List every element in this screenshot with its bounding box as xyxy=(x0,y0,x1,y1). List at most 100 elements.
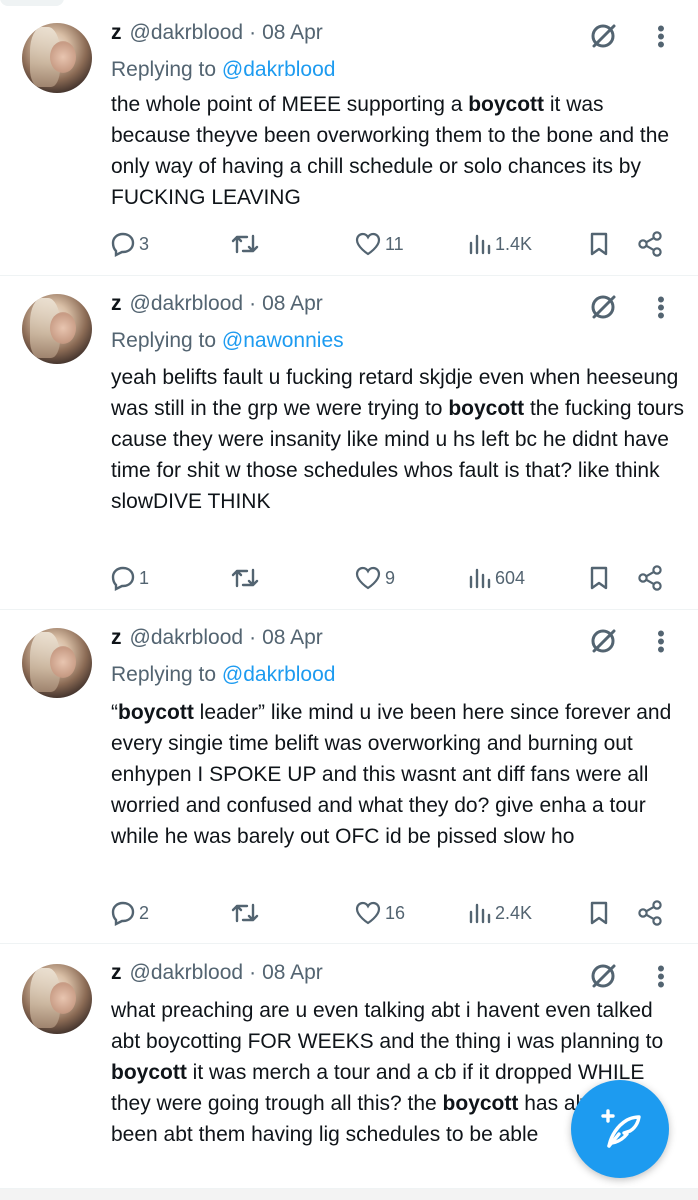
keyword-highlight: boycott xyxy=(442,1092,519,1115)
grok-icon[interactable] xyxy=(588,961,618,991)
like-button[interactable]: 11 xyxy=(354,229,404,259)
retweet-icon xyxy=(231,903,259,923)
like-button[interactable]: 9 xyxy=(354,563,395,593)
share-icon xyxy=(638,231,662,257)
bottom-edge xyxy=(0,1188,698,1200)
share-button[interactable] xyxy=(636,229,664,259)
view-count: 2.4K xyxy=(495,902,533,923)
user-handle[interactable]: @dakrblood xyxy=(130,961,244,985)
views-icon xyxy=(469,903,491,924)
tweet-header: z @dakrblood · 08 Apr xyxy=(111,292,323,322)
text-part: the whole point of MEEE supporting a xyxy=(111,93,469,116)
replying-to: Replying to @nawonnies xyxy=(111,329,344,353)
retweet-button[interactable] xyxy=(230,563,260,593)
keyword-highlight: boycott xyxy=(448,397,525,420)
like-button[interactable]: 16 xyxy=(354,898,405,928)
text-part: leader” like mind u ive been here since … xyxy=(111,701,672,848)
tweet-header: z @dakrblood · 08 Apr xyxy=(111,21,323,51)
keyword-highlight: boycott xyxy=(111,1061,187,1084)
views-icon xyxy=(469,234,491,255)
reply-mention[interactable]: @dakrblood xyxy=(222,58,336,81)
view-count: 604 xyxy=(495,567,526,588)
reply-count: 3 xyxy=(139,233,150,254)
bookmark-button[interactable] xyxy=(588,563,610,593)
avatar[interactable] xyxy=(22,23,92,93)
more-icon[interactable]: • • • xyxy=(654,289,668,327)
display-name[interactable]: z xyxy=(111,21,122,45)
reply-icon xyxy=(111,566,135,591)
reply-icon xyxy=(111,901,135,926)
tweet-header: z @dakrblood · 08 Apr xyxy=(111,961,323,991)
retweet-button[interactable] xyxy=(230,229,260,259)
tweet-1[interactable]: z @dakrblood · 08 Apr • • • Replying to @d… xyxy=(0,6,698,276)
bookmark-button[interactable] xyxy=(588,229,610,259)
text-part: schedules to be able xyxy=(339,1123,539,1146)
avatar[interactable] xyxy=(22,964,92,1034)
more-icon[interactable]: • • • xyxy=(654,18,668,56)
grok-icon[interactable] xyxy=(588,292,618,322)
reply-button[interactable]: 1 xyxy=(110,563,149,593)
tweet-header: z @dakrblood · 08 Apr xyxy=(111,626,323,656)
reply-mention[interactable]: @nawonnies xyxy=(222,329,344,352)
display-name[interactable]: z xyxy=(111,961,122,985)
more-icon[interactable]: • • • xyxy=(654,958,668,996)
heart-icon xyxy=(355,566,381,590)
user-handle[interactable]: @dakrblood xyxy=(130,626,244,650)
tweet-3[interactable]: z @dakrblood · 08 Apr • • • Replying to @d… xyxy=(0,610,698,944)
views-button[interactable]: 2.4K xyxy=(468,898,532,928)
action-bar: 1 9 604 xyxy=(110,563,670,593)
share-button[interactable] xyxy=(636,563,664,593)
retweet-button[interactable] xyxy=(230,898,260,928)
display-name[interactable]: z xyxy=(111,626,122,650)
bookmark-button[interactable] xyxy=(588,898,610,928)
tweet-date[interactable]: 08 Apr xyxy=(262,21,323,45)
like-count: 9 xyxy=(385,567,396,588)
retweet-icon xyxy=(231,568,259,588)
reply-mention[interactable]: @dakrblood xyxy=(222,663,336,686)
tweet-date[interactable]: 08 Apr xyxy=(262,626,323,650)
text-part: what preaching are u even talking abt i … xyxy=(111,999,664,1053)
share-icon xyxy=(638,565,662,591)
bookmark-icon xyxy=(590,566,608,590)
grok-icon[interactable] xyxy=(588,626,618,656)
keyword-highlight: boycott xyxy=(118,701,194,724)
user-handle[interactable]: @dakrblood xyxy=(130,21,244,45)
avatar[interactable] xyxy=(22,628,92,698)
like-count: 16 xyxy=(385,902,406,923)
bookmark-icon xyxy=(590,901,608,925)
replying-label: Replying to xyxy=(111,663,222,686)
share-icon xyxy=(638,900,662,926)
tweet-date[interactable]: 08 Apr xyxy=(262,961,323,985)
like-count: 11 xyxy=(385,233,404,254)
share-button[interactable] xyxy=(636,898,664,928)
compose-button[interactable] xyxy=(571,1080,669,1178)
display-name[interactable]: z xyxy=(111,292,122,316)
separator: · xyxy=(249,292,257,315)
bookmark-icon xyxy=(590,232,608,256)
reply-count: 2 xyxy=(139,902,150,923)
tweet-text: the whole point of MEEE supporting a boy… xyxy=(111,89,686,213)
compose-icon xyxy=(601,1109,641,1148)
replying-label: Replying to xyxy=(111,58,222,81)
separator: · xyxy=(249,626,257,649)
separator: · xyxy=(249,961,257,984)
tweet-2[interactable]: z @dakrblood · 08 Apr • • • Replying to @n… xyxy=(0,276,698,610)
views-button[interactable]: 1.4K xyxy=(468,229,532,259)
views-icon xyxy=(469,568,491,589)
grok-icon[interactable] xyxy=(588,21,618,51)
replying-to: Replying to @dakrblood xyxy=(111,663,335,687)
avatar[interactable] xyxy=(22,294,92,364)
reply-icon xyxy=(111,232,135,257)
replying-to: Replying to @dakrblood xyxy=(111,58,335,82)
reply-count: 1 xyxy=(139,567,150,588)
views-button[interactable]: 604 xyxy=(468,563,525,593)
tweet-date[interactable]: 08 Apr xyxy=(262,292,323,316)
more-icon[interactable]: • • • xyxy=(654,623,668,661)
reply-button[interactable]: 2 xyxy=(110,898,149,928)
heart-icon xyxy=(355,901,381,925)
heart-icon xyxy=(355,232,381,256)
tweet-text: yeah belifts fault u fucking retard skjd… xyxy=(111,362,686,517)
user-handle[interactable]: @dakrblood xyxy=(130,292,244,316)
reply-button[interactable]: 3 xyxy=(110,229,149,259)
action-bar: 3 11 1.4K xyxy=(110,229,670,259)
